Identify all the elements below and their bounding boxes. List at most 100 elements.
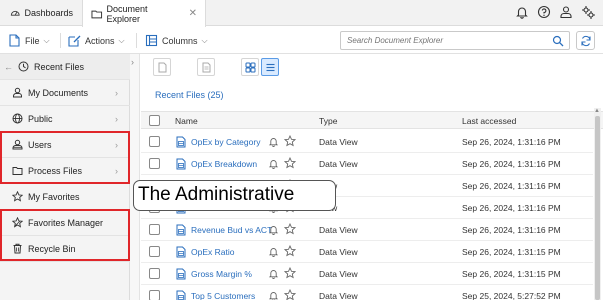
sidebar-item-public[interactable]: Public › bbox=[0, 106, 130, 132]
data-view-icon bbox=[175, 268, 187, 280]
chevron-right-icon: › bbox=[131, 57, 134, 67]
view-button-list[interactable] bbox=[261, 58, 279, 76]
sidebar-item-recent-files[interactable]: ← Recent Files bbox=[0, 54, 130, 80]
last-accessed: Sep 26, 2024, 1:31:15 PM bbox=[462, 247, 561, 257]
columns-icon bbox=[145, 34, 158, 47]
table-header: Name Type Last accessed bbox=[141, 111, 603, 129]
sidebar-collapse-strip[interactable]: › bbox=[130, 54, 140, 300]
search-icon[interactable] bbox=[552, 35, 564, 47]
file-type: Data View bbox=[319, 291, 358, 300]
last-accessed: Sep 26, 2024, 1:31:16 PM bbox=[462, 225, 561, 235]
last-accessed: Sep 26, 2024, 1:31:16 PM bbox=[462, 181, 561, 191]
star-icon[interactable] bbox=[284, 157, 296, 169]
sidebar-item-label: My Documents bbox=[28, 87, 89, 98]
column-header-type[interactable]: Type bbox=[319, 116, 337, 126]
search-input[interactable] bbox=[341, 32, 541, 49]
highlight-box-users-process bbox=[0, 131, 130, 184]
bell-icon[interactable] bbox=[268, 268, 279, 279]
tab-dashboards-label: Dashboards bbox=[24, 8, 73, 18]
file-type: Data View bbox=[319, 137, 358, 147]
scroll-up-icon[interactable]: ▲ bbox=[594, 108, 600, 114]
row-checkbox[interactable] bbox=[149, 246, 160, 257]
star-icon[interactable] bbox=[284, 223, 296, 235]
close-icon[interactable]: ✕ bbox=[189, 8, 197, 19]
highlight-box-favorites-recycle bbox=[0, 209, 130, 261]
file-type: Data View bbox=[319, 225, 358, 235]
tab-dashboards[interactable]: Dashboards bbox=[2, 0, 81, 26]
columns-menu-label: Columns bbox=[162, 35, 198, 46]
column-header-name[interactable]: Name bbox=[175, 116, 198, 126]
star-icon[interactable] bbox=[284, 267, 296, 279]
file-menu-label: File bbox=[25, 35, 40, 46]
bell-icon[interactable] bbox=[268, 246, 279, 257]
last-accessed: Sep 26, 2024, 1:31:16 PM bbox=[462, 159, 561, 169]
row-checkbox[interactable] bbox=[149, 136, 160, 147]
file-name-link[interactable]: OpEx by Category bbox=[191, 137, 260, 147]
star-icon[interactable] bbox=[284, 289, 296, 300]
actions-menu-button[interactable]: Actions ⌵ bbox=[68, 32, 125, 49]
table-row[interactable]: OpEx Breakdown Data View Sep 26, 2024, 1:3… bbox=[141, 153, 593, 175]
actions-menu-label: Actions bbox=[85, 35, 115, 46]
table-row[interactable]: OpEx Ratio Data View Sep 26, 2024, 1:31:15… bbox=[141, 241, 593, 263]
row-checkbox[interactable] bbox=[149, 158, 160, 169]
folder-icon bbox=[91, 8, 103, 20]
file-name-link[interactable]: OpEx Ratio bbox=[191, 247, 234, 257]
star-icon[interactable] bbox=[284, 245, 296, 257]
scrollbar-thumb[interactable] bbox=[595, 116, 600, 300]
settings-icon[interactable] bbox=[581, 5, 595, 19]
bell-icon[interactable] bbox=[268, 224, 279, 235]
last-accessed: Sep 25, 2024, 5:27:52 PM bbox=[462, 291, 561, 300]
file-name-link[interactable]: Top 5 Customers bbox=[191, 291, 255, 300]
bell-icon[interactable] bbox=[515, 5, 529, 19]
last-accessed: Sep 26, 2024, 1:31:16 PM bbox=[462, 137, 561, 147]
clock-icon bbox=[18, 61, 29, 72]
tab-document-explorer-label: Document Explorer bbox=[106, 3, 148, 24]
page-icon bbox=[201, 62, 212, 73]
last-accessed: Sep 26, 2024, 1:31:15 PM bbox=[462, 269, 561, 279]
chevron-down-icon: ⌵ bbox=[201, 35, 208, 45]
search-box bbox=[340, 31, 570, 50]
refresh-button[interactable] bbox=[576, 31, 595, 50]
view-button-preview[interactable] bbox=[153, 58, 171, 76]
columns-menu-button[interactable]: Columns ⌵ bbox=[145, 32, 208, 49]
bell-icon[interactable] bbox=[268, 158, 279, 169]
chevron-right-icon: › bbox=[115, 113, 118, 124]
back-arrow-icon[interactable]: ← bbox=[4, 62, 13, 72]
help-icon[interactable] bbox=[537, 5, 551, 19]
sidebar-item-my-favorites[interactable]: My Favorites bbox=[0, 184, 130, 210]
vertical-scrollbar[interactable]: ▲ bbox=[594, 108, 601, 300]
data-view-icon bbox=[175, 224, 187, 236]
edit-icon bbox=[68, 34, 81, 47]
tab-document-explorer[interactable]: Document Explorer ✕ bbox=[82, 0, 206, 27]
last-accessed: Sep 26, 2024, 1:31:16 PM bbox=[462, 203, 561, 213]
table-row[interactable]: Gross Margin % Data View Sep 26, 2024, 1:3… bbox=[141, 263, 593, 285]
row-checkbox[interactable] bbox=[149, 268, 160, 279]
select-all-checkbox[interactable] bbox=[149, 115, 160, 126]
data-view-icon bbox=[175, 136, 187, 148]
file-menu-button[interactable]: File ⌵ bbox=[8, 32, 50, 49]
section-title: Recent Files (25) bbox=[155, 90, 224, 100]
file-name-link[interactable]: OpEx Breakdown bbox=[191, 159, 257, 169]
sidebar-item-label: My Favorites bbox=[28, 191, 80, 202]
table-row[interactable]: Revenue Bud vs ACT Data View Sep 26, 2024,… bbox=[141, 219, 593, 241]
row-checkbox[interactable] bbox=[149, 224, 160, 235]
sidebar-item-my-documents[interactable]: My Documents › bbox=[0, 80, 130, 106]
bell-icon[interactable] bbox=[268, 290, 279, 300]
chevron-right-icon: › bbox=[115, 87, 118, 98]
chevron-down-icon: ⌵ bbox=[118, 35, 125, 45]
list-icon bbox=[265, 62, 276, 73]
file-type: Data View bbox=[319, 269, 358, 279]
table-row[interactable]: OpEx by Category Data View Sep 26, 2024, 1… bbox=[141, 131, 593, 153]
bell-icon[interactable] bbox=[268, 136, 279, 147]
user-icon[interactable] bbox=[559, 5, 573, 19]
file-name-link[interactable]: Revenue Bud vs ACT bbox=[191, 225, 272, 235]
star-icon[interactable] bbox=[284, 135, 296, 147]
file-type: Data View bbox=[319, 159, 358, 169]
file-name-link[interactable]: Gross Margin % bbox=[191, 269, 252, 279]
view-button-grid[interactable] bbox=[241, 58, 259, 76]
chevron-down-icon: ⌵ bbox=[43, 35, 50, 45]
column-header-last-accessed[interactable]: Last accessed bbox=[462, 116, 516, 126]
row-checkbox[interactable] bbox=[149, 290, 160, 300]
view-button-details[interactable] bbox=[197, 58, 215, 76]
table-row[interactable]: Top 5 Customers Data View Sep 25, 2024, 5:… bbox=[141, 285, 593, 300]
